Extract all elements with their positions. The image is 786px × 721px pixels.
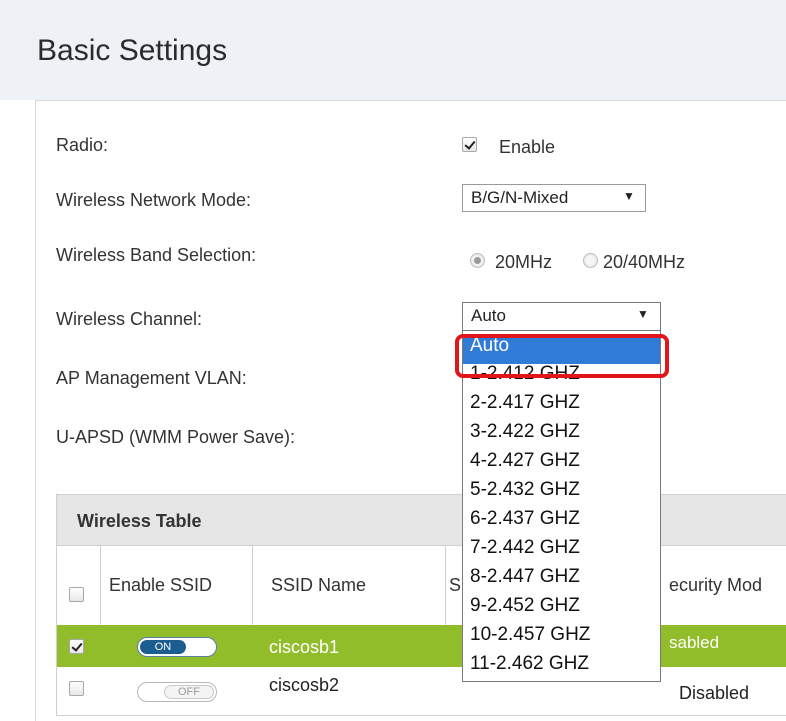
- radio-label: Radio:: [56, 135, 109, 155]
- row-checkbox[interactable]: [69, 681, 84, 696]
- network-mode-value: B/G/N-Mixed: [471, 188, 569, 207]
- table-title: Wireless Table: [77, 511, 202, 531]
- channel-select[interactable]: Auto ▼: [462, 302, 661, 331]
- network-mode-label: Wireless Network Mode:: [56, 190, 252, 210]
- table-row[interactable]: OFF ciscosb2 Disabled: [57, 667, 786, 715]
- channel-label: Wireless Channel:: [56, 309, 203, 329]
- page-title: Basic Settings: [37, 34, 228, 67]
- ssid-toggle[interactable]: OFF: [137, 682, 217, 702]
- network-mode-select[interactable]: B/G/N-Mixed ▼: [462, 184, 646, 212]
- channel-option-10[interactable]: 10-2.457 GHZ: [463, 624, 660, 653]
- channel-option-2[interactable]: 2-2.417 GHZ: [463, 392, 660, 421]
- select-all-checkbox[interactable]: [69, 587, 84, 602]
- toggle-state: ON: [140, 640, 186, 654]
- channel-value: Auto: [471, 306, 506, 325]
- chevron-down-icon: ▼: [623, 189, 635, 203]
- radio-enable-checkbox[interactable]: [462, 137, 477, 152]
- channel-option-6[interactable]: 6-2.437 GHZ: [463, 508, 660, 537]
- uapsd-label: U-APSD (WMM Power Save):: [56, 427, 296, 447]
- channel-option-3[interactable]: 3-2.422 GHZ: [463, 421, 660, 450]
- band-20-40mhz-label: 20/40MHz: [603, 252, 686, 272]
- channel-option-8[interactable]: 8-2.447 GHZ: [463, 566, 660, 595]
- auto-option-highlight-annotation: [455, 334, 669, 378]
- col-header-ssid-name: SSID Name: [271, 575, 367, 595]
- channel-option-11[interactable]: 11-2.462 GHZ: [463, 653, 660, 681]
- ssid-name: ciscosb1: [269, 637, 340, 657]
- toggle-state: OFF: [164, 685, 214, 699]
- channel-option-5[interactable]: 5-2.432 GHZ: [463, 479, 660, 508]
- channel-dropdown-list[interactable]: Auto 1-2.412 GHZ 2-2.417 GHZ 3-2.422 GHZ…: [462, 330, 661, 682]
- radio-enable-label: Enable: [499, 137, 556, 157]
- band-20-40mhz-radio[interactable]: [583, 253, 598, 268]
- ap-vlan-label: AP Management VLAN:: [56, 368, 247, 388]
- wireless-table: Wireless Table Enable SSID SSID Name S e…: [56, 494, 786, 716]
- ssid-name: ciscosb2: [269, 675, 340, 695]
- band-selection-label: Wireless Band Selection:: [56, 245, 257, 265]
- security-status: sabled: [669, 633, 720, 652]
- col-header-enable-ssid: Enable SSID: [109, 575, 213, 595]
- table-title-bar: Wireless Table: [57, 495, 786, 546]
- band-20mhz-radio[interactable]: [470, 253, 485, 268]
- channel-option-9[interactable]: 9-2.452 GHZ: [463, 595, 660, 624]
- row-checkbox[interactable]: [69, 639, 84, 654]
- chevron-down-icon: ▼: [637, 307, 649, 321]
- col-header-partial: S: [449, 575, 462, 595]
- channel-option-7[interactable]: 7-2.442 GHZ: [463, 537, 660, 566]
- security-status: Disabled: [679, 683, 750, 703]
- channel-option-4[interactable]: 4-2.427 GHZ: [463, 450, 660, 479]
- ssid-toggle[interactable]: ON: [137, 637, 217, 657]
- col-header-security-mode: ecurity Mod: [669, 575, 763, 595]
- table-row[interactable]: ON ciscosb1 sabled: [57, 625, 786, 667]
- band-20mhz-label: 20MHz: [495, 252, 553, 272]
